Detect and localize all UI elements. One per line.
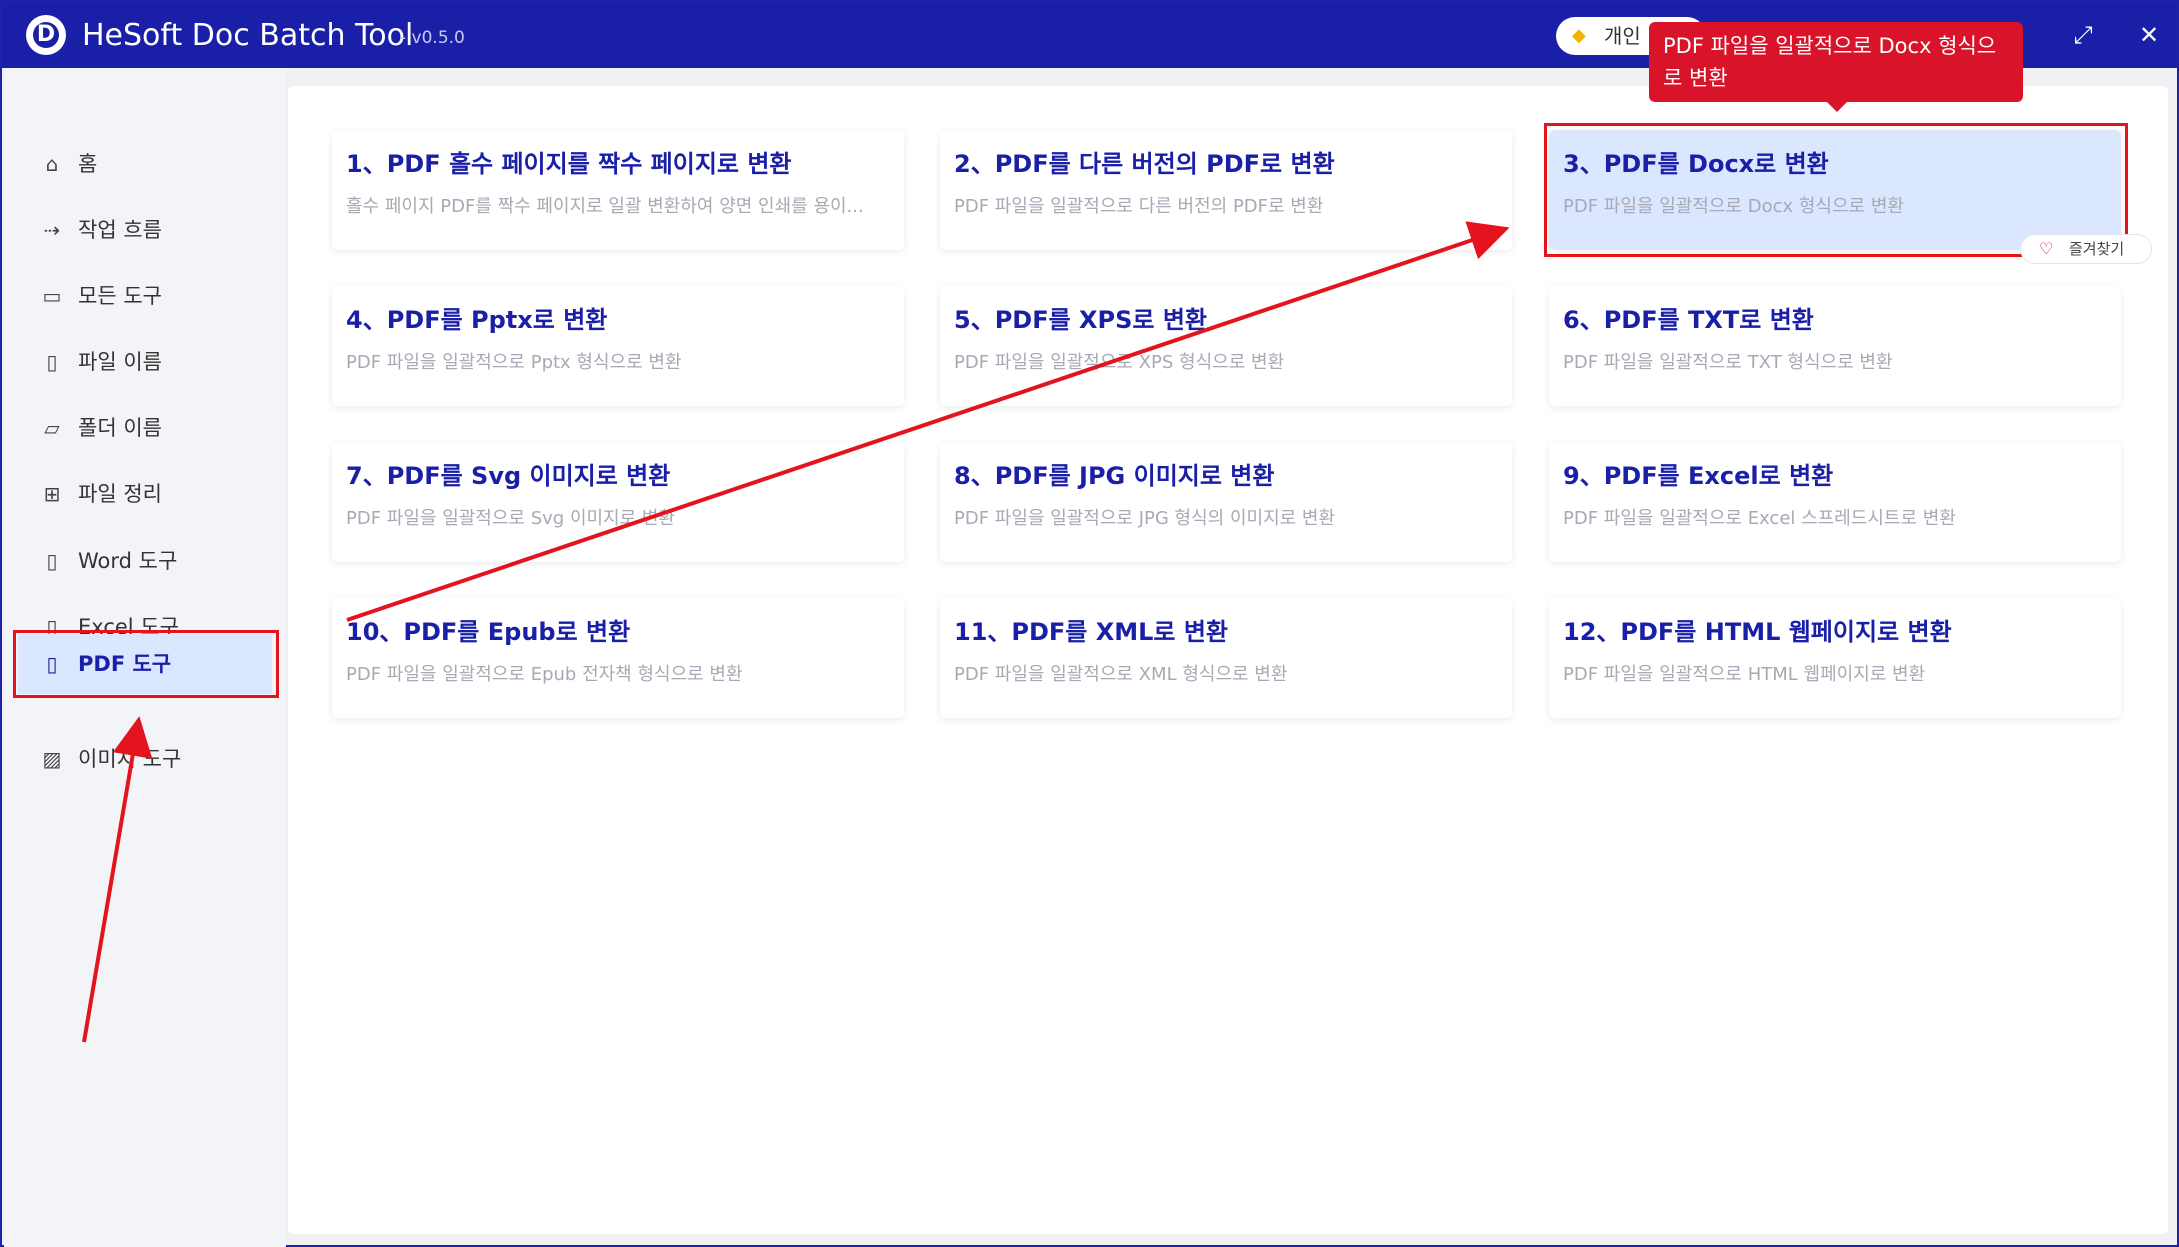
arrow-to-pdf-tools [82,716,153,1043]
annotation-arrows [82,221,1510,1043]
app-window: D HeSoft Doc Batch Tool - v0.5.0 ◆ 개인 ⤢ … [0,0,2179,1247]
arrow-to-docx-card [346,221,1510,622]
app-logo: D [26,15,66,55]
